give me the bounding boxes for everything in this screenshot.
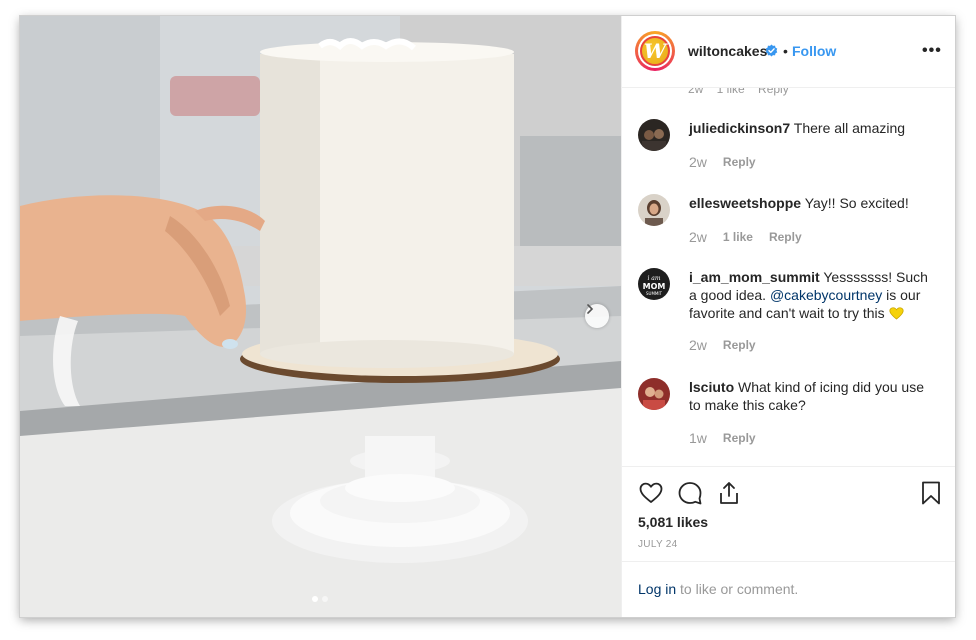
chevron-right-icon bbox=[587, 304, 594, 314]
comment-like-count[interactable]: 1 like bbox=[723, 230, 753, 244]
login-prompt: Log in to like or comment. bbox=[622, 561, 955, 617]
carousel-dot-active bbox=[312, 596, 318, 602]
account-username[interactable]: wiltoncakes bbox=[688, 43, 767, 59]
comment-text: There all amazing bbox=[793, 120, 906, 136]
post-header: W wiltoncakes • Follow ••• bbox=[622, 16, 955, 88]
wilton-logo: W bbox=[640, 36, 670, 66]
account-avatar[interactable]: W bbox=[635, 31, 675, 71]
comment-icon[interactable] bbox=[677, 480, 703, 506]
comment-username[interactable]: juliedickinson7 bbox=[689, 120, 790, 136]
next-slide-button[interactable] bbox=[585, 304, 609, 328]
post-side-panel: W wiltoncakes • Follow ••• 2w 1 like Rep… bbox=[621, 16, 955, 617]
comment-username[interactable]: i_am_mom_summit bbox=[689, 269, 820, 285]
comment-username[interactable]: lsciuto bbox=[689, 379, 734, 395]
header-separator: • bbox=[783, 43, 788, 59]
partial-comment-meta: 2w 1 like Reply bbox=[688, 88, 789, 96]
post-photo[interactable] bbox=[20, 16, 621, 617]
svg-text:SUMMIT: SUMMIT bbox=[646, 291, 663, 296]
follow-button[interactable]: Follow bbox=[792, 43, 836, 59]
reply-button[interactable]: Reply bbox=[723, 155, 756, 169]
carousel-dot bbox=[322, 596, 328, 602]
likes-count[interactable]: 5,081 likes bbox=[638, 514, 708, 530]
comment-time: 1w bbox=[689, 430, 707, 446]
svg-text:MOM: MOM bbox=[643, 282, 666, 291]
comments-list[interactable]: 2w 1 like Reply juliedickinson7 There al… bbox=[622, 88, 955, 466]
reply-button[interactable]: Reply bbox=[723, 338, 756, 352]
heart-icon[interactable] bbox=[638, 480, 664, 506]
comment-avatar[interactable]: i am MOM SUMMIT bbox=[638, 268, 670, 300]
comment-text: Yay!! So excited! bbox=[804, 195, 909, 211]
reply-button[interactable]: Reply bbox=[723, 431, 756, 445]
comment-avatar[interactable] bbox=[638, 378, 670, 410]
yellow-heart-emoji-icon bbox=[888, 307, 904, 320]
login-prompt-text: to like or comment. bbox=[680, 581, 799, 597]
more-options-button[interactable]: ••• bbox=[922, 42, 942, 60]
post-date: JULY 24 bbox=[638, 539, 678, 550]
comment-avatar[interactable] bbox=[638, 119, 670, 151]
verified-badge-icon bbox=[765, 44, 778, 57]
comment-time: 2w bbox=[689, 154, 707, 170]
reply-button[interactable]: Reply bbox=[769, 230, 802, 244]
svg-text:i am: i am bbox=[647, 275, 660, 282]
cake-photo-illustration bbox=[20, 16, 621, 617]
comment-username[interactable]: ellesweetshoppe bbox=[689, 195, 801, 211]
carousel-dots bbox=[312, 596, 328, 602]
post-actions: 5,081 likes JULY 24 bbox=[622, 466, 955, 561]
mention-link[interactable]: @cakebycourtney bbox=[770, 287, 882, 303]
comment-time: 2w bbox=[689, 229, 707, 245]
instagram-post-modal: W wiltoncakes • Follow ••• 2w 1 like Rep… bbox=[20, 16, 955, 617]
comment-time: 2w bbox=[689, 337, 707, 353]
comment-avatar[interactable] bbox=[638, 194, 670, 226]
share-icon[interactable] bbox=[716, 480, 742, 506]
bookmark-icon[interactable] bbox=[918, 480, 944, 506]
login-link[interactable]: Log in bbox=[638, 581, 676, 597]
